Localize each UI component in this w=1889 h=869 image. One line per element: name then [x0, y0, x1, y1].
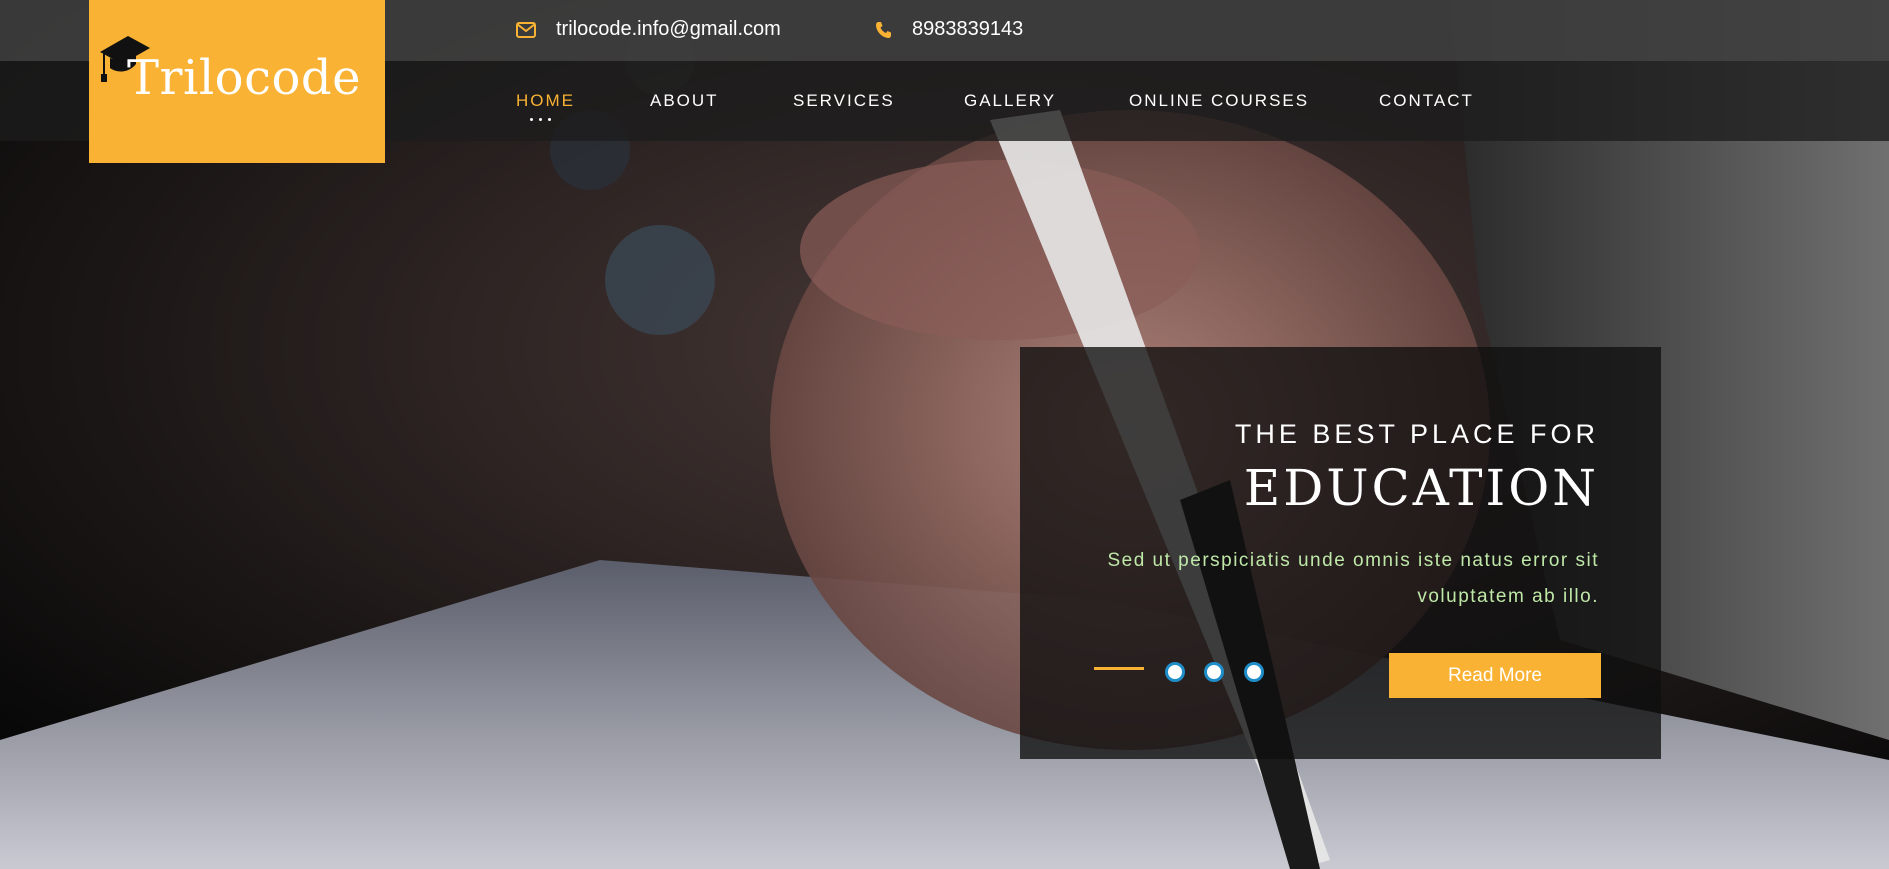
nav-contact[interactable]: CONTACT [1379, 91, 1474, 111]
email-contact[interactable]: trilocode.info@gmail.com [516, 18, 781, 41]
envelope-icon [516, 21, 536, 38]
slider-dot-1[interactable] [1165, 662, 1185, 682]
nav-services[interactable]: SERVICES [793, 91, 895, 111]
phone-contact[interactable]: 8983839143 [875, 18, 1023, 41]
nav-online-courses[interactable]: ONLINE COURSES [1129, 91, 1309, 111]
nav-about[interactable]: ABOUT [650, 91, 719, 111]
slider-active-indicator [1094, 667, 1144, 670]
hero-description: Sed ut perspiciatis unde omnis iste natu… [1107, 550, 1599, 607]
phone-icon [875, 21, 892, 39]
hero-kicker: THE BEST PLACE FOR [1234, 419, 1599, 449]
phone-text: 8983839143 [912, 18, 1024, 40]
slider-dot-3[interactable] [1244, 662, 1264, 682]
email-text: trilocode.info@gmail.com [556, 18, 781, 40]
brand-name: Trilocode [127, 50, 361, 106]
hero-headline: EDUCATION [1243, 459, 1599, 517]
read-more-button[interactable]: Read More [1389, 653, 1601, 698]
site-logo[interactable]: Trilocode [89, 0, 385, 163]
active-nav-indicator [530, 118, 551, 121]
nav-home[interactable]: HOME [516, 91, 575, 111]
hero-caption-panel: THE BEST PLACE FOR EDUCATION Sed ut pers… [1020, 347, 1661, 759]
nav-gallery[interactable]: GALLERY [964, 91, 1056, 111]
slider-dot-2[interactable] [1204, 662, 1224, 682]
